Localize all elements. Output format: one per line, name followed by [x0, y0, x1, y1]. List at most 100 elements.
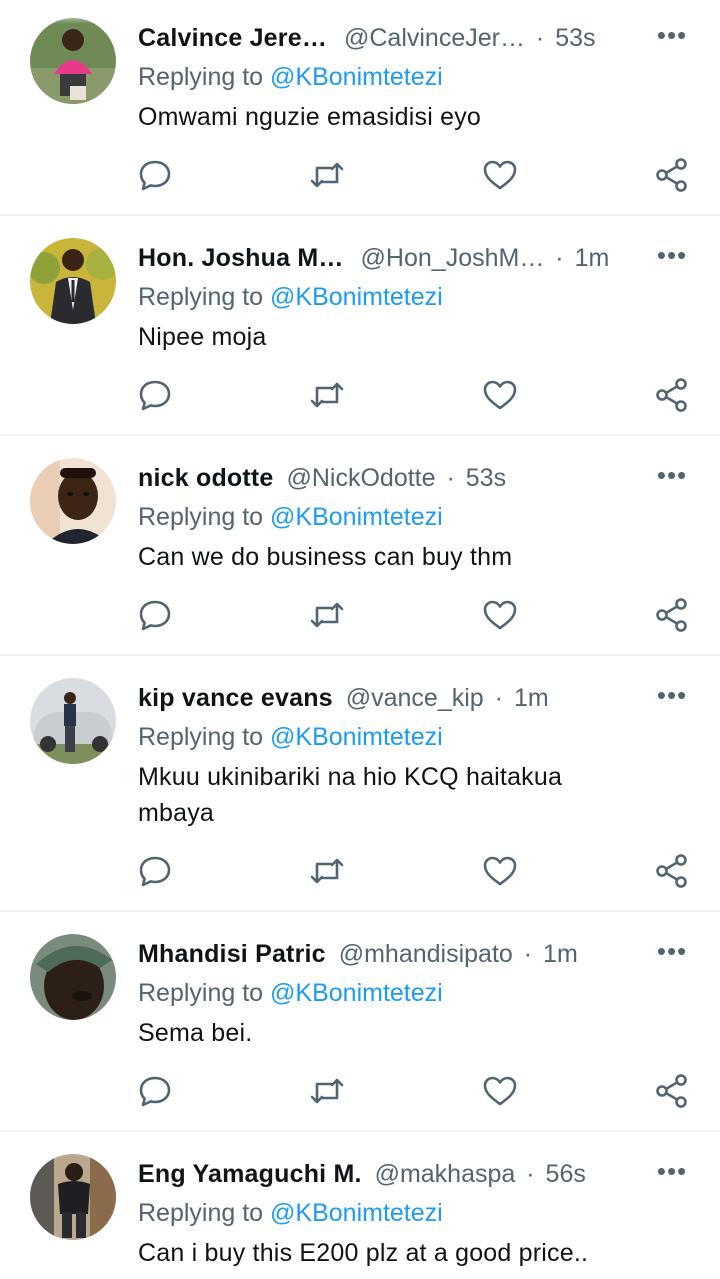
- user-handle[interactable]: @makhaspa: [375, 1160, 516, 1188]
- retweet-button[interactable]: [309, 1073, 345, 1109]
- avatar[interactable]: [30, 238, 116, 324]
- display-name[interactable]: Eng Yamaguchi M.: [138, 1160, 362, 1188]
- timestamp[interactable]: 1m: [575, 244, 610, 272]
- avatar[interactable]: [30, 458, 116, 544]
- tweet-header: Hon. Joshua M… @Hon_JoshM… · 1m: [138, 240, 638, 276]
- user-handle[interactable]: @CalvinceJer…: [344, 24, 525, 52]
- tweet-text: Mkuu ukinibariki na hio KCQ haitakua mba…: [138, 763, 563, 827]
- tweet-text: Can we do business can buy thm: [138, 543, 513, 571]
- reply-button[interactable]: [137, 853, 173, 889]
- mention-link[interactable]: @KBonimtetezi: [270, 503, 443, 531]
- mention-link[interactable]: @KBonimtetezi: [270, 283, 443, 311]
- tweet-header: kip vance evans @vance_kip · 1m: [138, 680, 638, 716]
- replying-to-line: Replying to @KBonimtetezi: [138, 719, 443, 755]
- heart-icon: [483, 856, 517, 886]
- replying-label: Replying to: [138, 503, 264, 531]
- tweet[interactable]: Eng Yamaguchi M. @makhaspa · 56s ••• Rep…: [0, 1132, 720, 1279]
- replying-to-line: Replying to @KBonimtetezi: [138, 1195, 443, 1231]
- like-button[interactable]: [482, 1073, 518, 1109]
- like-button[interactable]: [482, 377, 518, 413]
- share-icon: [656, 854, 687, 888]
- avatar[interactable]: [30, 18, 116, 104]
- reply-button[interactable]: [137, 377, 173, 413]
- share-button[interactable]: [654, 157, 690, 193]
- reply-icon: [139, 380, 171, 411]
- avatar[interactable]: [30, 934, 116, 1020]
- like-button[interactable]: [482, 597, 518, 633]
- like-button[interactable]: [482, 157, 518, 193]
- display-name[interactable]: Hon. Joshua M…: [138, 244, 344, 272]
- reply-icon: [139, 856, 171, 887]
- more-options-icon[interactable]: •••: [652, 240, 692, 276]
- replying-label: Replying to: [138, 1199, 264, 1227]
- user-handle[interactable]: @NickOdotte: [287, 464, 436, 492]
- mention-link[interactable]: @KBonimtetezi: [270, 63, 443, 91]
- tweet[interactable]: Mhandisi Patric @mhandisipato · 1m ••• R…: [0, 912, 720, 1130]
- share-icon: [656, 598, 687, 632]
- heart-icon: [483, 160, 517, 190]
- user-handle[interactable]: @mhandisipato: [339, 940, 513, 968]
- reply-button[interactable]: [137, 1073, 173, 1109]
- avatar[interactable]: [30, 1154, 116, 1240]
- share-button[interactable]: [654, 597, 690, 633]
- separator-dot: ·: [446, 464, 455, 492]
- more-options-icon[interactable]: •••: [652, 20, 692, 56]
- more-options-icon[interactable]: •••: [652, 460, 692, 496]
- retweet-button[interactable]: [309, 597, 345, 633]
- tweet-header: Eng Yamaguchi M. @makhaspa · 56s: [138, 1156, 638, 1192]
- tweet[interactable]: Hon. Joshua M… @Hon_JoshM… · 1m ••• Repl…: [0, 216, 720, 434]
- retweet-button[interactable]: [309, 157, 345, 193]
- timestamp[interactable]: 56s: [546, 1160, 586, 1188]
- tweet[interactable]: kip vance evans @vance_kip · 1m ••• Repl…: [0, 656, 720, 910]
- more-options-icon[interactable]: •••: [652, 680, 692, 716]
- avatar[interactable]: [30, 678, 116, 764]
- share-button[interactable]: [654, 853, 690, 889]
- display-name[interactable]: Calvince Jere…: [138, 24, 327, 52]
- share-icon: [656, 378, 687, 412]
- display-name[interactable]: kip vance evans: [138, 684, 333, 712]
- reply-icon: [139, 600, 171, 631]
- retweet-icon: [310, 1078, 344, 1104]
- separator-dot: ·: [494, 684, 503, 712]
- reply-button[interactable]: [137, 157, 173, 193]
- heart-icon: [483, 600, 517, 630]
- retweet-icon: [310, 858, 344, 884]
- top-scroll-fade: [0, 0, 720, 24]
- separator-dot: ·: [526, 1160, 535, 1188]
- replying-label: Replying to: [138, 723, 264, 751]
- timestamp[interactable]: 53s: [555, 24, 595, 52]
- share-icon: [656, 1074, 687, 1108]
- user-handle[interactable]: @Hon_JoshM…: [361, 244, 545, 272]
- tweet-header: nick odotte @NickOdotte · 53s: [138, 460, 638, 496]
- retweet-button[interactable]: [309, 377, 345, 413]
- mention-link[interactable]: @KBonimtetezi: [270, 979, 443, 1007]
- reply-icon: [139, 1076, 171, 1107]
- tweet[interactable]: Calvince Jere… @CalvinceJer… · 53s ••• R…: [0, 0, 720, 214]
- more-options-icon[interactable]: •••: [652, 1156, 692, 1192]
- more-options-icon[interactable]: •••: [652, 936, 692, 972]
- display-name[interactable]: Mhandisi Patric: [138, 940, 326, 968]
- replying-label: Replying to: [138, 63, 264, 91]
- tweet-header: Mhandisi Patric @mhandisipato · 1m: [138, 936, 638, 972]
- tweet[interactable]: nick odotte @NickOdotte · 53s ••• Replyi…: [0, 436, 720, 654]
- timestamp[interactable]: 53s: [466, 464, 506, 492]
- timestamp[interactable]: 1m: [514, 684, 549, 712]
- display-name[interactable]: nick odotte: [138, 464, 274, 492]
- share-button[interactable]: [654, 1073, 690, 1109]
- timestamp[interactable]: 1m: [543, 940, 578, 968]
- replying-to-line: Replying to @KBonimtetezi: [138, 59, 443, 95]
- reply-button[interactable]: [137, 597, 173, 633]
- share-button[interactable]: [654, 377, 690, 413]
- separator-dot: ·: [535, 24, 545, 52]
- user-handle[interactable]: @vance_kip: [346, 684, 484, 712]
- retweet-button[interactable]: [309, 853, 345, 889]
- mention-link[interactable]: @KBonimtetezi: [270, 1199, 443, 1227]
- retweet-icon: [310, 382, 344, 408]
- share-icon: [656, 158, 687, 192]
- like-button[interactable]: [482, 853, 518, 889]
- replying-to-line: Replying to @KBonimtetezi: [138, 975, 443, 1011]
- tweet-text: Nipee moja: [138, 323, 267, 351]
- reply-icon: [139, 160, 171, 191]
- mention-link[interactable]: @KBonimtetezi: [270, 723, 443, 751]
- replying-label: Replying to: [138, 979, 264, 1007]
